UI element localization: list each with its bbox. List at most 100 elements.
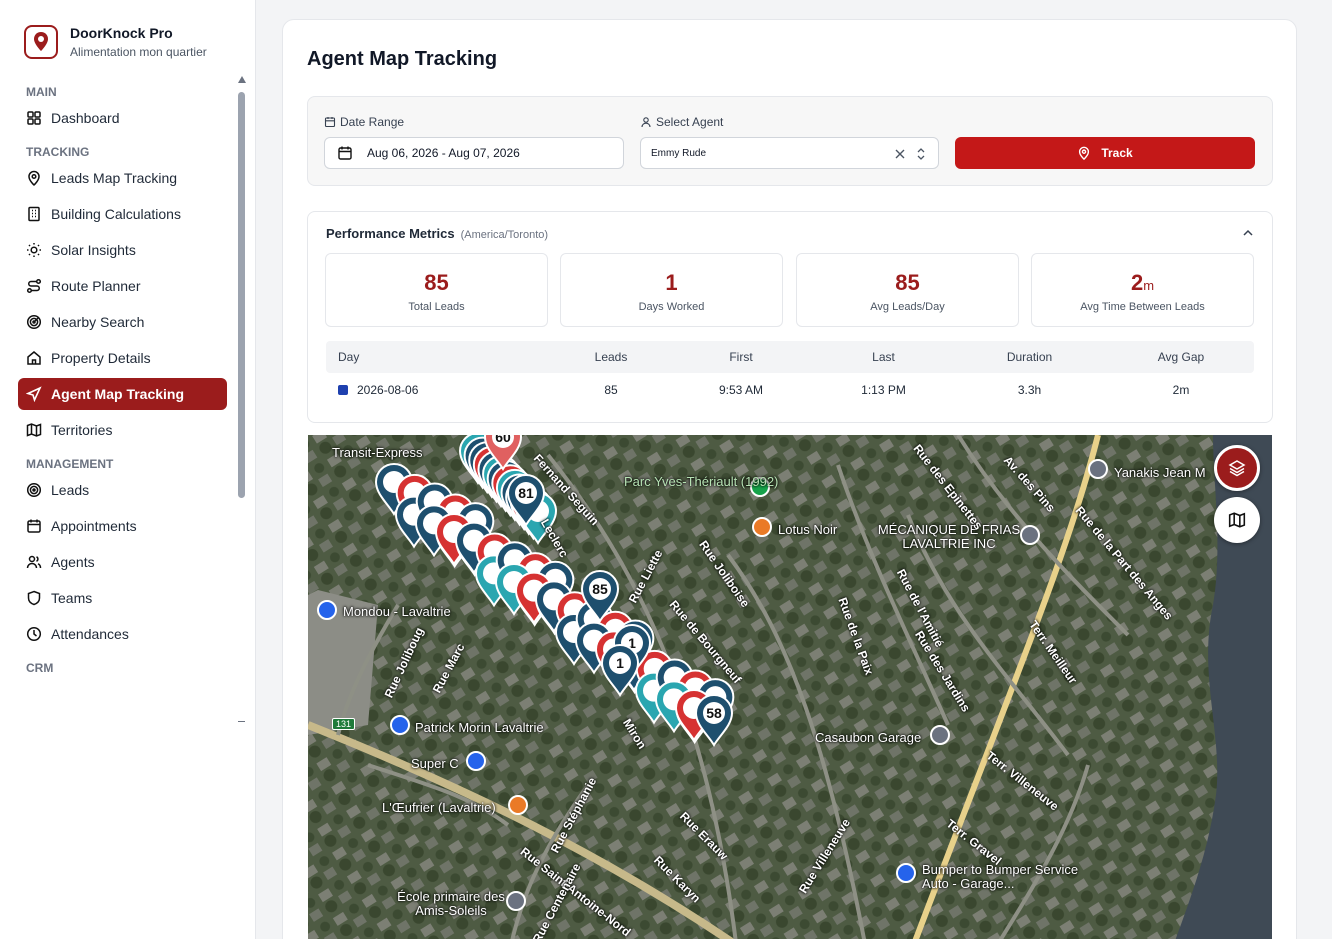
- map-pin-icon: [28, 170, 40, 186]
- location-icon[interactable]: [930, 725, 950, 745]
- chevron-updown-icon[interactable]: [916, 146, 926, 162]
- calendar-icon: [338, 146, 352, 160]
- poi-label: MÉCANIQUE DE FRIAS LAVALTRIE INC: [877, 522, 1021, 551]
- layers-button[interactable]: [1214, 445, 1260, 491]
- metric-days-worked: 1 Days Worked: [560, 253, 783, 327]
- sidebar-item-label: Leads: [51, 482, 90, 498]
- cart-icon[interactable]: [466, 751, 486, 771]
- lead-marker-numbered[interactable]: 58: [694, 694, 734, 747]
- sidebar-item-leads-map-tracking[interactable]: Leads Map Tracking: [18, 162, 227, 194]
- metrics-title: Performance Metrics (America/Toronto): [326, 226, 549, 241]
- table-header: Day Leads First Last Duration Avg Gap: [326, 341, 1254, 373]
- scroll-down-arrow-icon[interactable]: [238, 721, 245, 722]
- poi-label: École primaire des Amis-Soleils: [397, 889, 505, 918]
- home-icon: [27, 351, 41, 365]
- brand[interactable]: DoorKnock Pro Alimentation mon quartier: [24, 24, 207, 60]
- sidebar-nav: MAIN Dashboard TRACKING Leads Map Tracki…: [18, 80, 227, 720]
- sidebar-scrollbar[interactable]: [237, 76, 247, 722]
- date-range-label: Date Range: [324, 115, 404, 129]
- calendar-icon: [324, 117, 336, 128]
- scrollbar-thumb[interactable]: [238, 92, 245, 498]
- sidebar-item-label: Teams: [51, 590, 93, 606]
- poi-label: Lotus Noir: [778, 522, 838, 537]
- lead-markers[interactable]: 6081851158: [308, 435, 1272, 939]
- section-tracking: TRACKING: [26, 145, 90, 159]
- map-icon: [1228, 512, 1246, 528]
- metric-total-leads: 85 Total Leads: [325, 253, 548, 327]
- cafe-icon[interactable]: [752, 517, 772, 537]
- poi-label: Super C: [411, 756, 459, 771]
- school-icon[interactable]: [506, 891, 526, 911]
- map-type-button[interactable]: [1214, 497, 1260, 543]
- main-card: Agent Map Tracking Date Range Aug 06, 20…: [282, 19, 1297, 939]
- marker-label: 60: [495, 435, 511, 445]
- sidebar-item-label: Agents: [51, 554, 95, 570]
- building-icon: [28, 206, 40, 222]
- sidebar-item-label: Agent Map Tracking: [51, 386, 185, 402]
- agent-select-value: Emmy Rude: [651, 147, 707, 159]
- restaurant-icon[interactable]: [508, 795, 528, 815]
- shopping-bag-icon[interactable]: [390, 715, 410, 735]
- chevron-up-icon[interactable]: [1242, 227, 1254, 239]
- sidebar-item-label: Nearby Search: [51, 314, 145, 330]
- daily-table: Day Leads First Last Duration Avg Gap 20…: [326, 341, 1254, 407]
- highway-shield: 131: [332, 718, 356, 730]
- sidebar-item-attendances[interactable]: Attendances: [18, 618, 227, 650]
- section-main: MAIN: [26, 85, 57, 99]
- brand-title: DoorKnock Pro: [70, 25, 173, 41]
- sidebar-item-label: Route Planner: [51, 278, 141, 294]
- sidebar-item-property-details[interactable]: Property Details: [18, 342, 227, 374]
- sidebar-item-leads[interactable]: Leads: [18, 474, 227, 506]
- layers-icon: [1228, 460, 1246, 477]
- poi-label: Mondou - Lavaltrie: [343, 604, 451, 619]
- sidebar-item-label: Leads Map Tracking: [51, 170, 178, 186]
- timezone-label: (America/Toronto): [460, 229, 549, 241]
- sidebar-item-building-calculations[interactable]: Building Calculations: [18, 198, 227, 230]
- garage-icon[interactable]: [896, 863, 916, 883]
- target-icon: [26, 482, 42, 498]
- sidebar-item-route-planner[interactable]: Route Planner: [18, 270, 227, 302]
- calendar-icon: [27, 519, 41, 533]
- sidebar-item-dashboard[interactable]: Dashboard: [18, 102, 227, 134]
- users-icon: [26, 555, 42, 569]
- clear-x-icon[interactable]: [894, 148, 906, 160]
- track-button[interactable]: Track: [955, 137, 1255, 169]
- metric-avg-time-between: 2m Avg Time Between Leads: [1031, 253, 1254, 327]
- marker-label: 81: [518, 485, 534, 501]
- performance-metrics-panel: Performance Metrics (America/Toronto) 85 …: [307, 211, 1273, 423]
- shopping-bag-icon[interactable]: [317, 600, 337, 620]
- sidebar-item-nearby-search[interactable]: Nearby Search: [18, 306, 227, 338]
- metric-avg-leads-day: 85 Avg Leads/Day: [796, 253, 1019, 327]
- table-row[interactable]: 2026-08-06 85 9:53 AM 1:13 PM 3.3h 2m: [326, 373, 1254, 407]
- sidebar-item-agent-map-tracking[interactable]: Agent Map Tracking: [18, 378, 227, 410]
- sidebar-item-solar-insights[interactable]: Solar Insights: [18, 234, 227, 266]
- shield-icon: [27, 590, 41, 606]
- poi-label: Patrick Morin Lavaltrie: [415, 720, 544, 735]
- date-range-input[interactable]: Aug 06, 2026 - Aug 07, 2026: [324, 137, 624, 169]
- radar-icon: [26, 314, 42, 330]
- map-pin-icon: [1079, 146, 1090, 160]
- clock-icon: [26, 626, 42, 642]
- poi-label: Yanakis Jean M: [1114, 465, 1206, 480]
- sidebar: DoorKnock Pro Alimentation mon quartier …: [0, 0, 256, 939]
- sidebar-item-agents[interactable]: Agents: [18, 546, 227, 578]
- scroll-up-arrow-icon[interactable]: [238, 76, 246, 83]
- section-management: MANAGEMENT: [26, 457, 114, 471]
- sidebar-item-label: Solar Insights: [51, 242, 136, 258]
- agent-select[interactable]: Emmy Rude: [640, 137, 939, 169]
- marker-label: 58: [706, 705, 722, 721]
- satellite-map[interactable]: 60 81 85 1 1 58 Transit-Express Parc Yves-Thé…: [308, 435, 1272, 939]
- poi-label: Parc Yves-Thériault (1992): [624, 474, 779, 489]
- location-icon[interactable]: [1088, 459, 1108, 479]
- select-agent-label: Select Agent: [640, 115, 723, 129]
- sidebar-item-territories[interactable]: Territories: [18, 414, 227, 446]
- poi-label: L'Œufrier (Lavaltrie): [382, 800, 496, 815]
- map-icon: [26, 423, 42, 437]
- filter-panel: Date Range Aug 06, 2026 - Aug 07, 2026 S…: [307, 96, 1273, 186]
- sidebar-item-appointments[interactable]: Appointments: [18, 510, 227, 542]
- sidebar-item-teams[interactable]: Teams: [18, 582, 227, 614]
- location-icon[interactable]: [1020, 525, 1040, 545]
- poi-label: Transit-Express: [332, 445, 423, 460]
- user-icon: [641, 117, 651, 128]
- sidebar-item-label: Attendances: [51, 626, 129, 642]
